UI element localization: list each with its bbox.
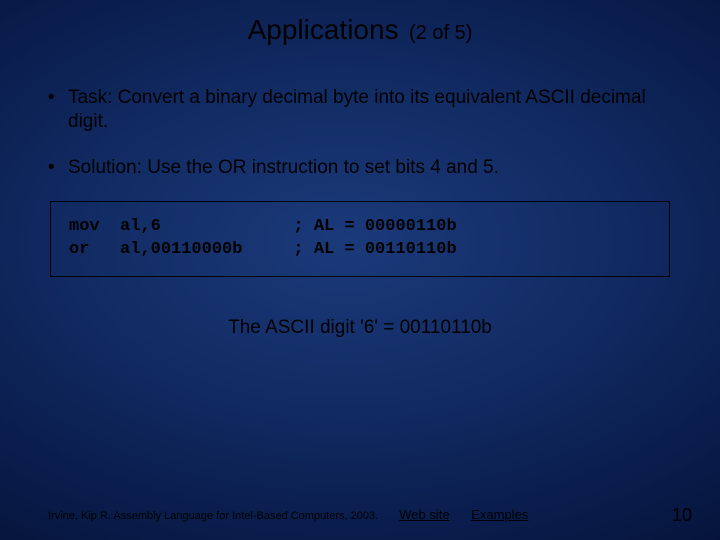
bullet-task: Task: Convert a binary decimal byte into… [48, 86, 672, 134]
page-number: 10 [672, 505, 692, 526]
footer-citation: Irvine, Kip R. Assembly Language for Int… [48, 510, 378, 522]
footer: Irvine, Kip R. Assembly Language for Int… [48, 507, 672, 522]
slide-body: Task: Convert a binary decimal byte into… [48, 86, 672, 339]
link-examples[interactable]: Examples [471, 507, 528, 522]
footer-links: Web site Examples [399, 507, 546, 522]
code-block: mov al,6 ; AL = 00000110b or al,00110000… [50, 201, 670, 277]
caption: The ASCII digit '6' = 00110110b [48, 317, 672, 339]
title-sub: (2 of 5) [409, 22, 472, 44]
slide-title: Applications (2 of 5) [0, 14, 720, 46]
title-main: Applications [248, 14, 399, 45]
bullet-solution: Solution: Use the OR instruction to set … [48, 156, 672, 180]
slide: Applications (2 of 5) Task: Convert a bi… [0, 0, 720, 540]
link-website[interactable]: Web site [399, 507, 449, 522]
